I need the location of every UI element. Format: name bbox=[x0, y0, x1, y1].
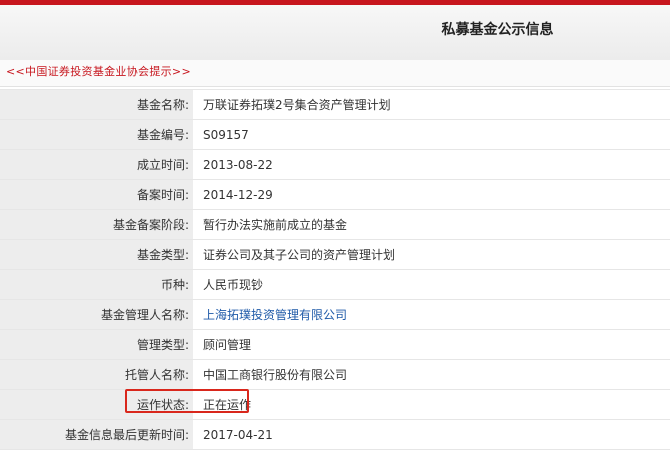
table-row-last-update: 基金信息最后更新时间: 2017-04-21 bbox=[0, 419, 670, 450]
record-date-label: 备案时间: bbox=[0, 179, 193, 210]
table-row-establish-date: 成立时间: 2013-08-22 bbox=[0, 149, 670, 180]
management-type-value: 顾问管理 bbox=[193, 329, 670, 360]
custodian-label: 托管人名称: bbox=[0, 359, 193, 390]
record-date-value: 2014-12-29 bbox=[193, 179, 670, 210]
table-row-currency: 币种: 人民币现钞 bbox=[0, 269, 670, 300]
fund-name-value: 万联证券拓璞2号集合资产管理计划 bbox=[193, 89, 670, 120]
manager-name-label: 基金管理人名称: bbox=[0, 299, 193, 330]
page-title: 私募基金公示信息 bbox=[441, 22, 554, 38]
table-row-record-stage: 基金备案阶段: 暂行办法实施前成立的基金 bbox=[0, 209, 670, 240]
manager-name-link[interactable]: 上海拓璞投资管理有限公司 bbox=[193, 299, 670, 330]
last-update-label: 基金信息最后更新时间: bbox=[0, 419, 193, 450]
establish-date-label: 成立时间: bbox=[0, 149, 193, 180]
fund-code-value: S09157 bbox=[193, 119, 670, 150]
table-row-fund-code: 基金编号: S09157 bbox=[0, 119, 670, 150]
establish-date-value: 2013-08-22 bbox=[193, 149, 670, 180]
custodian-value: 中国工商银行股份有限公司 bbox=[193, 359, 670, 390]
table-row-management-type: 管理类型: 顾问管理 bbox=[0, 329, 670, 360]
page-header: 私募基金公示信息 bbox=[0, 5, 670, 60]
fund-type-label: 基金类型: bbox=[0, 239, 193, 270]
currency-label: 币种: bbox=[0, 269, 193, 300]
fund-info-table: 基金名称: 万联证券拓璞2号集合资产管理计划 基金编号: S09157 成立时间… bbox=[0, 89, 670, 450]
operation-status-value: 正在运作 bbox=[193, 389, 670, 420]
table-row-custodian: 托管人名称: 中国工商银行股份有限公司 bbox=[0, 359, 670, 390]
table-row-manager-name: 基金管理人名称: 上海拓璞投资管理有限公司 bbox=[0, 299, 670, 330]
last-update-value: 2017-04-21 bbox=[193, 419, 670, 450]
table-row-fund-type: 基金类型: 证券公司及其子公司的资产管理计划 bbox=[0, 239, 670, 270]
record-stage-value: 暂行办法实施前成立的基金 bbox=[193, 209, 670, 240]
fund-name-label: 基金名称: bbox=[0, 89, 193, 120]
currency-value: 人民币现钞 bbox=[193, 269, 670, 300]
table-row-fund-name: 基金名称: 万联证券拓璞2号集合资产管理计划 bbox=[0, 89, 670, 120]
operation-status-highlight bbox=[125, 389, 249, 413]
divider bbox=[0, 86, 670, 87]
notice-bar: <<中国证券投资基金业协会提示>> bbox=[0, 60, 670, 86]
record-stage-label: 基金备案阶段: bbox=[0, 209, 193, 240]
association-notice-link[interactable]: <<中国证券投资基金业协会提示>> bbox=[6, 63, 191, 79]
fund-type-value: 证券公司及其子公司的资产管理计划 bbox=[193, 239, 670, 270]
fund-code-label: 基金编号: bbox=[0, 119, 193, 150]
table-row-record-date: 备案时间: 2014-12-29 bbox=[0, 179, 670, 210]
management-type-label: 管理类型: bbox=[0, 329, 193, 360]
table-row-operation-status: 运作状态: 正在运作 bbox=[0, 389, 670, 420]
